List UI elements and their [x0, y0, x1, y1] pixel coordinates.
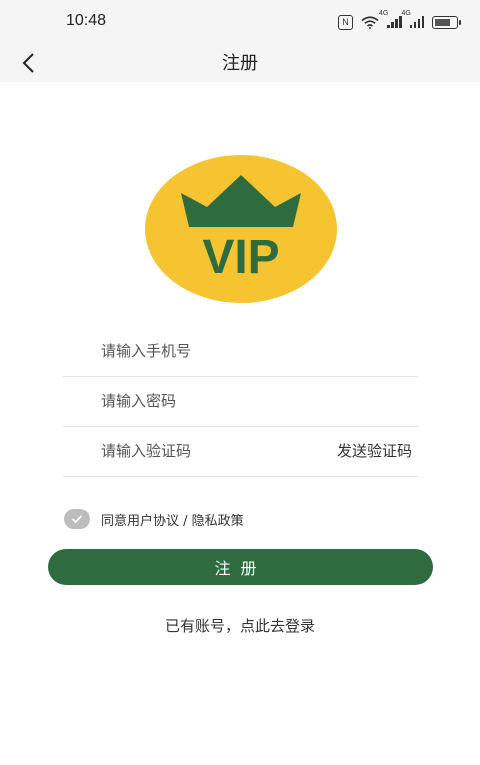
send-code-button[interactable]: 发送验证码 — [337, 440, 412, 461]
agreement-row: 同意用户协议 / 隐私政策 — [64, 508, 244, 530]
nfc-icon: N — [338, 14, 353, 30]
vip-logo: VIP — [145, 155, 337, 303]
phone-field — [63, 326, 418, 377]
verification-code-input[interactable] — [101, 440, 301, 462]
nav-bar: 注册 — [0, 44, 480, 82]
network-label-1: 4G — [379, 10, 389, 17]
password-input[interactable] — [101, 390, 301, 412]
network-label-2: 4G — [401, 10, 411, 17]
battery-icon — [432, 15, 461, 29]
register-button[interactable]: 注册 — [48, 549, 433, 585]
phone-input[interactable] — [101, 340, 301, 362]
signal-1-icon: 4G — [379, 10, 402, 28]
status-icons: N 4G 4G — [338, 10, 461, 31]
wifi-icon — [361, 15, 379, 29]
login-link[interactable]: 已有账号，点此去登录 — [0, 615, 480, 636]
status-time: 10:48 — [66, 12, 107, 29]
code-field: 发送验证码 — [63, 426, 418, 477]
status-bar: 10:48 N 4G 4G — [0, 0, 480, 44]
checkmark-icon — [71, 515, 83, 524]
logo-text: VIP — [202, 231, 279, 284]
agreement-checkbox[interactable] — [64, 509, 90, 529]
password-field — [63, 376, 418, 427]
page-title: 注册 — [222, 53, 258, 74]
agreement-text[interactable]: 同意用户协议 / 隐私政策 — [101, 510, 244, 529]
signal-2-icon: 4G — [402, 10, 424, 28]
